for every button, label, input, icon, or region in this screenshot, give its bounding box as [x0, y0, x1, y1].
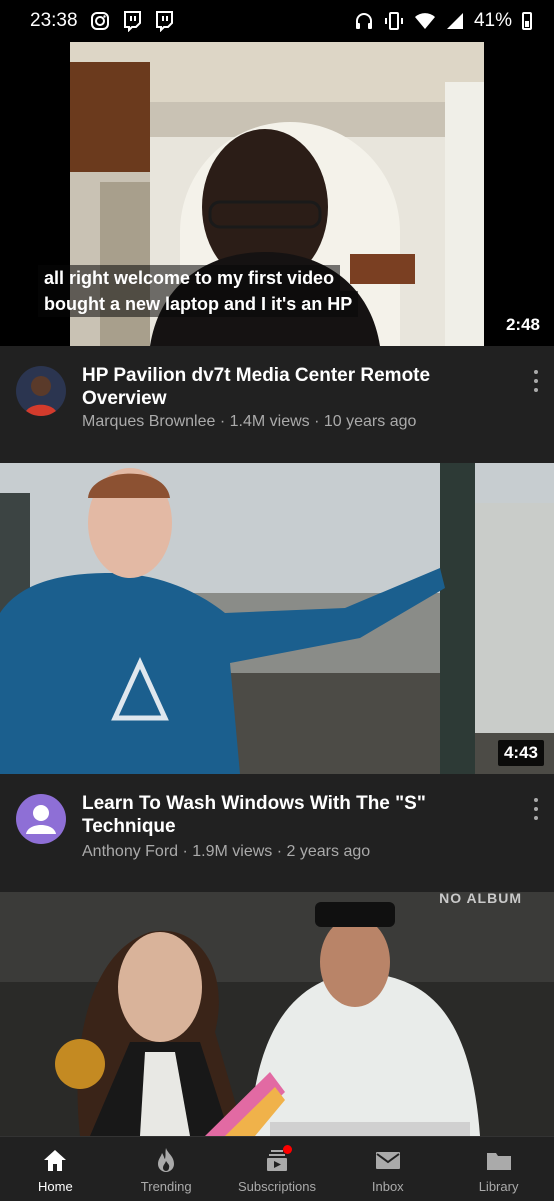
thumbnail-image: [0, 463, 554, 774]
signal-icon: [446, 13, 463, 29]
battery-icon: [522, 12, 532, 30]
channel-watermark: NO ALBUM: [439, 892, 522, 906]
video-title[interactable]: HP Pavilion dv7t Media Center Remote Ove…: [82, 364, 492, 410]
view-count: 1.9M views: [192, 843, 273, 860]
subscriptions-icon: [262, 1145, 292, 1175]
video-title[interactable]: Learn To Wash Windows With The "S" Techn…: [82, 792, 492, 838]
video-details[interactable]: Learn To Wash Windows With The "S" Techn…: [0, 774, 554, 891]
nav-home[interactable]: Home: [0, 1137, 111, 1201]
duration-badge: 4:43: [497, 740, 544, 766]
nav-trending[interactable]: Trending: [111, 1137, 222, 1201]
twitch-icon: [123, 11, 141, 32]
more-options-icon[interactable]: [530, 370, 542, 392]
video-thumbnail[interactable]: NO ALBUM: [0, 892, 554, 1136]
notification-badge: [282, 1145, 292, 1154]
more-options-icon[interactable]: [530, 798, 542, 820]
video-details[interactable]: HP Pavilion dv7t Media Center Remote Ove…: [0, 346, 554, 463]
channel-avatar[interactable]: [16, 794, 66, 844]
duration-badge: 2:48: [499, 312, 546, 338]
flame-icon: [151, 1145, 181, 1175]
home-icon: [40, 1145, 70, 1175]
wifi-icon: [414, 13, 435, 29]
video-thumbnail[interactable]: 4:43: [0, 463, 554, 774]
bottom-navigation: Home Trending Subscriptions Inbox Librar…: [0, 1136, 554, 1201]
upload-age: 2 years ago: [286, 843, 371, 860]
folder-icon: [484, 1145, 514, 1175]
channel-name: Anthony Ford: [82, 843, 179, 860]
video-thumbnail[interactable]: all right welcome to my first video boug…: [0, 42, 554, 346]
twitch-icon: [155, 11, 173, 32]
thumbnail-image: [0, 892, 554, 1136]
vibrate-icon: [384, 12, 403, 30]
headphones-icon: [355, 13, 372, 29]
video-metadata: Anthony Ford · 1.9M views · 2 years ago: [82, 843, 371, 860]
status-time: 23:38: [30, 10, 78, 31]
video-captions: all right welcome to my first video boug…: [38, 265, 359, 317]
instagram-icon: [90, 12, 109, 30]
channel-name: Marques Brownlee: [82, 413, 216, 430]
nav-subscriptions[interactable]: Subscriptions: [222, 1137, 333, 1201]
nav-inbox[interactable]: Inbox: [332, 1137, 443, 1201]
battery-percent: 41%: [473, 10, 512, 31]
video-metadata: Marques Brownlee · 1.4M views · 10 years…: [82, 413, 417, 430]
mail-icon: [373, 1145, 403, 1175]
channel-avatar[interactable]: [16, 366, 66, 416]
status-bar: 23:38 41%: [0, 0, 554, 42]
upload-age: 10 years ago: [323, 413, 417, 430]
nav-library[interactable]: Library: [443, 1137, 554, 1201]
view-count: 1.4M views: [229, 413, 310, 430]
